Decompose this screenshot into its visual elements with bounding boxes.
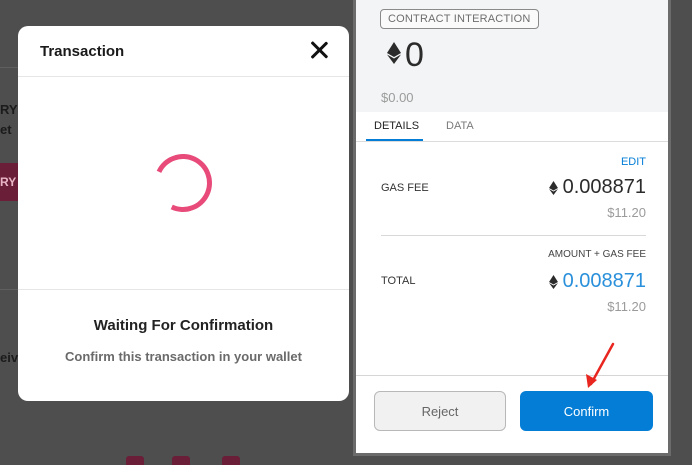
edit-gas-link[interactable]: EDIT: [621, 156, 646, 168]
close-icon[interactable]: [309, 40, 329, 60]
status-title: Waiting For Confirmation: [93, 317, 274, 334]
loading-spinner-icon: [145, 145, 221, 221]
wallet-popup: CONTRACT INTERACTION 0 $0.00 DETAILS DAT…: [353, 0, 671, 456]
total-label: TOTAL: [381, 275, 416, 287]
background-button-label: RY: [0, 175, 17, 189]
reject-button[interactable]: Reject: [374, 391, 506, 431]
eth-icon: [548, 274, 558, 289]
status-subtitle: Confirm this transaction in your wallet: [65, 349, 302, 364]
eth-icon: [387, 42, 401, 64]
background-divider: [0, 67, 18, 68]
gas-fee-usd: $11.20: [607, 205, 646, 220]
annotation-arrow-icon: [586, 342, 615, 388]
modal-header: Transaction: [18, 26, 349, 77]
background-text-fragment: et: [0, 122, 12, 137]
modal-title: Transaction: [40, 43, 125, 60]
spinner-area: [18, 77, 349, 290]
background-social-icon: [126, 456, 144, 465]
tab-data[interactable]: DATA: [446, 120, 474, 132]
background-text-fragment: eiv: [0, 350, 19, 365]
confirm-button[interactable]: Confirm: [520, 391, 653, 431]
background-divider: [0, 289, 18, 290]
total-value: 0.008871: [548, 270, 646, 293]
background-social-icon: [172, 456, 190, 465]
divider: [381, 235, 646, 236]
transaction-amount: 0: [405, 36, 424, 74]
transaction-modal: Transaction Waiting For Confirmation Con…: [18, 26, 349, 401]
total-usd: $11.20: [607, 299, 646, 314]
gas-fee-label: GAS FEE: [381, 182, 429, 194]
background-button-fragment: RY: [0, 163, 18, 201]
background-text-fragment: RY: [0, 102, 18, 117]
total-amount: 0.008871: [562, 270, 646, 292]
wallet-summary: CONTRACT INTERACTION 0 $0.00: [356, 0, 668, 112]
transaction-amount-usd: $0.00: [381, 90, 414, 105]
contract-interaction-badge: CONTRACT INTERACTION: [380, 9, 539, 29]
eth-icon: [548, 180, 558, 195]
background-social-icon: [222, 456, 240, 465]
gas-fee-value: 0.008871: [548, 176, 646, 199]
details-tabs: DETAILS DATA: [356, 112, 668, 142]
tab-details[interactable]: DETAILS: [374, 120, 419, 132]
amount-gas-fee-label: AMOUNT + GAS FEE: [548, 249, 646, 260]
gas-fee-amount: 0.008871: [562, 176, 646, 198]
footer-divider: [356, 375, 668, 376]
active-tab-indicator: [366, 139, 423, 141]
